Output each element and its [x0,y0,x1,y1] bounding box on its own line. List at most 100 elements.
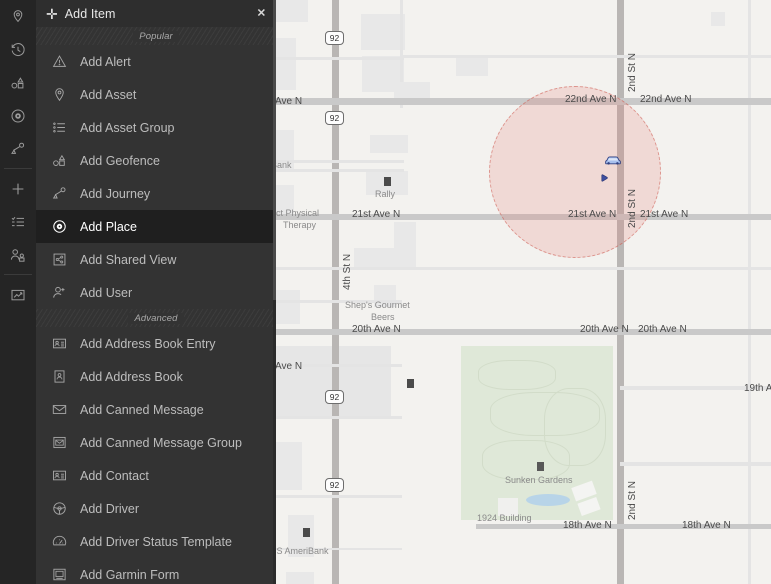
street-label: 22nd Ave N [640,94,692,105]
poi-label: Therapy [283,220,316,230]
alert-triangle-icon [52,54,72,70]
menu-item-label: Add Address Book Entry [80,337,216,351]
menu-item-add-driver[interactable]: Add Driver [36,492,276,525]
list-icon [52,120,72,136]
rail-item-asset-groups[interactable] [0,66,36,99]
geofence-circle[interactable] [489,86,661,258]
map-block [361,14,405,50]
street-label: 21st Ave N [352,209,400,220]
street-label: Ave N [276,96,302,107]
user-plus-icon [52,285,72,301]
menu-item-add-asset[interactable]: Add Asset [36,78,276,111]
rail-item-places[interactable] [0,99,36,132]
map-park-path [544,388,606,466]
highway-shield: 92 [325,390,344,404]
section-divider-popular: Popular [36,27,276,45]
journey-icon [52,186,72,202]
map-road-minor [276,57,404,60]
envelope-icon [52,402,72,418]
menu-item-add-garmin-form[interactable]: Add Garmin Form [36,558,276,584]
map-water [526,494,570,506]
map-canvas[interactable]: 92 92 92 92 22nd Ave N 22nd Ave N 21st A… [276,0,771,584]
menu-item-add-address-book[interactable]: Add Address Book [36,360,276,393]
envelope-group-icon [52,435,72,451]
poi-marker-rally[interactable] [384,177,391,186]
menu-item-label: Add Canned Message [80,403,204,417]
rail-item-journeys[interactable] [0,132,36,165]
app-root: ✛ Add Item ✕ Popular Add Alert Add Asset [0,0,771,584]
street-label-vertical: 2nd St N [627,481,638,520]
vehicle-marker[interactable] [604,154,622,166]
close-icon[interactable]: ✕ [257,8,266,19]
menu-item-label: Add Garmin Form [80,568,179,582]
poi-marker-museum[interactable] [407,379,414,388]
left-icon-rail [0,0,36,584]
menu-item-add-journey[interactable]: Add Journey [36,177,276,210]
shield-label: 92 [330,480,339,490]
rail-item-history[interactable] [0,33,36,66]
menu-item-add-alert[interactable]: Add Alert [36,45,276,78]
menu-item-add-shared-view[interactable]: Add Shared View [36,243,276,276]
menu-item-label: Add Contact [80,469,149,483]
place-target-icon [10,108,26,124]
shield-label: 92 [330,392,339,402]
map-block [354,248,416,268]
map-road-minor [620,462,771,466]
menu-item-add-address-book-entry[interactable]: Add Address Book Entry [36,327,276,360]
menu-item-label: Add Place [80,220,137,234]
map-park-path [478,360,556,390]
highway-shield: 92 [325,31,344,45]
address-book-entry-icon [52,336,72,352]
menu-item-add-contact[interactable]: Add Contact [36,459,276,492]
rail-divider [4,168,32,169]
history-clock-icon [10,42,26,58]
rail-item-map[interactable] [0,0,36,33]
map-road-20th-ave-n [276,329,771,335]
asset-pin-icon [52,87,72,103]
menu-item-add-canned-message[interactable]: Add Canned Message [36,393,276,426]
poi-marker-us-ameribank[interactable] [303,528,310,537]
menu-item-add-place[interactable]: Add Place [36,210,276,243]
journey-route-icon [10,141,26,157]
map-road-2nd-st-n [617,0,624,584]
street-label: Ave N [276,361,302,372]
panel-body: Popular Add Alert Add Asset Add Asset Gr… [36,27,276,584]
rail-item-users[interactable] [0,238,36,271]
plus-icon [10,181,26,197]
street-label: 21st Ave N [568,209,616,220]
map-road-minor [748,0,751,584]
map-block [276,290,300,324]
menu-item-add-driver-status-template[interactable]: Add Driver Status Template [36,525,276,558]
rail-item-add[interactable] [0,172,36,205]
asset-group-icon [10,75,26,91]
street-label: 20th Ave N [638,324,687,335]
map-road-minor [401,55,771,58]
poi-label: Bank [276,160,292,170]
highway-shield: 92 [325,111,344,125]
add-item-panel: ✛ Add Item ✕ Popular Add Alert Add Asset [36,0,276,584]
menu-item-add-asset-group[interactable]: Add Asset Group [36,111,276,144]
geofence-icon [52,153,72,169]
map-block [711,12,725,26]
map-pin-icon [10,9,26,25]
poi-marker-sunken-gardens[interactable] [537,462,544,471]
menu-item-label: Add Journey [80,187,150,201]
menu-item-add-user[interactable]: Add User [36,276,276,309]
shield-label: 92 [330,33,339,43]
poi-label: Beers [371,312,395,322]
menu-item-add-geofence[interactable]: Add Geofence [36,144,276,177]
poi-label: US AmeriBank [276,546,329,556]
map-basemap: 92 92 92 92 22nd Ave N 22nd Ave N 21st A… [276,0,771,584]
map-road-minor [276,160,404,163]
garmin-device-icon [52,567,72,583]
street-label: 18th Ave N [682,520,731,531]
rail-item-reports[interactable] [0,278,36,311]
map-road-minor [276,169,404,172]
menu-item-label: Add Driver Status Template [80,535,232,549]
menu-item-label: Add Driver [80,502,139,516]
contact-card-icon [52,468,72,484]
panel-scrollbar[interactable] [273,0,276,584]
rail-item-tasks[interactable] [0,205,36,238]
map-block [276,0,308,22]
menu-item-add-canned-message-group[interactable]: Add Canned Message Group [36,426,276,459]
